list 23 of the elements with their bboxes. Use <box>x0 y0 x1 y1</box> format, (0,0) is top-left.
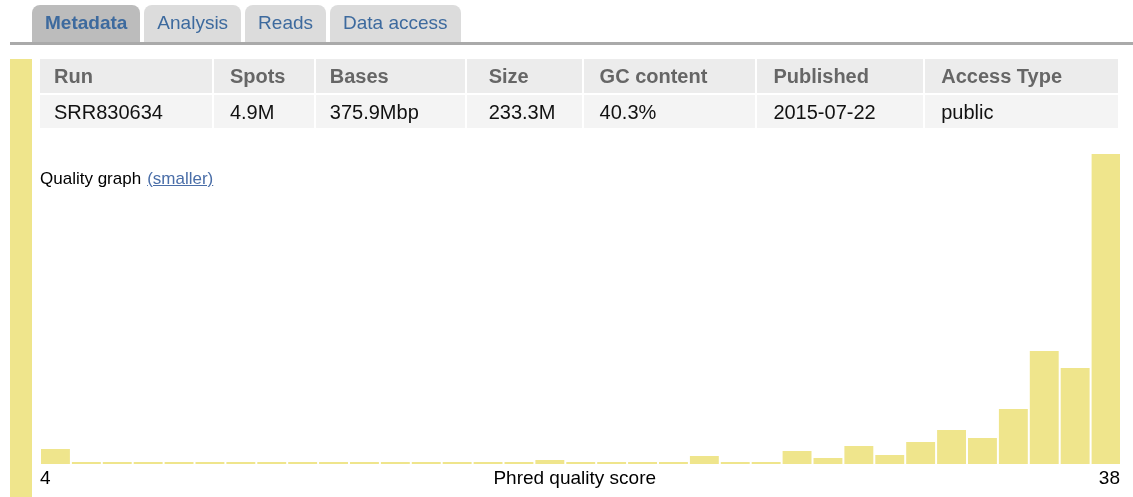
tab[interactable]: Reads <box>245 5 327 42</box>
smaller-link[interactable]: (smaller) <box>147 166 214 192</box>
graph-title: Quality graph <box>40 168 142 190</box>
table-cell: 375.9Mbp <box>314 94 466 128</box>
column-header: Size <box>465 59 583 94</box>
tab[interactable]: Metadata <box>32 5 141 42</box>
column-header: Access Type <box>924 59 1119 94</box>
table-cell: 40.3% <box>582 94 757 128</box>
table-cell: SRR830634 <box>40 94 213 128</box>
axis-min-label: 4 <box>40 466 51 490</box>
axis-title: Phred quality score <box>493 466 657 490</box>
table-cell: public <box>924 94 1119 128</box>
tab[interactable]: Analysis <box>144 5 242 42</box>
column-header: Run <box>40 59 213 94</box>
table-cell: 233.3M <box>465 94 583 128</box>
column-header: Spots <box>212 59 315 94</box>
table-cell: 4.9M <box>212 94 315 128</box>
column-header: Bases <box>314 59 466 94</box>
column-header: GC content <box>582 59 757 94</box>
axis-max-label: 38 <box>1098 466 1120 490</box>
tab[interactable]: Data access <box>330 5 461 42</box>
table-cell: 2015-07-22 <box>756 94 925 128</box>
column-header: Published <box>756 59 925 94</box>
